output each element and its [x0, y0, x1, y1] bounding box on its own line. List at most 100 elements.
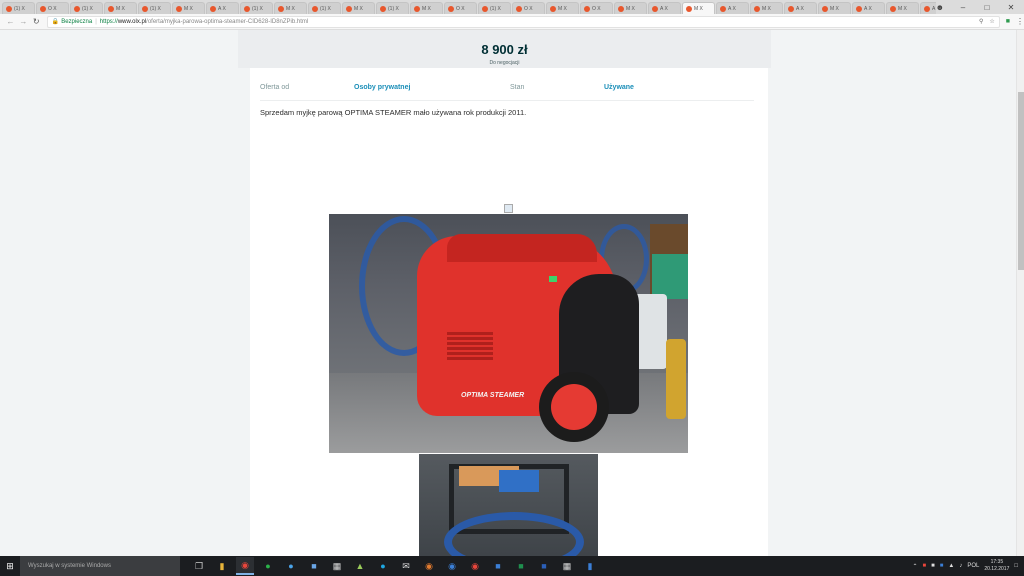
notifications-icon[interactable]: □: [1014, 563, 1018, 569]
price-box: 8 900 zł Do negocjacji: [238, 30, 771, 68]
spotify-icon[interactable]: ●: [259, 557, 277, 575]
tab-favicon-icon: [346, 5, 352, 12]
tray-app-icon[interactable]: ■: [931, 563, 935, 569]
firefox-icon[interactable]: ◉: [420, 557, 438, 575]
excel-icon[interactable]: ■: [512, 557, 530, 575]
browser-tab[interactable]: (1) X: [308, 2, 341, 14]
product-photo-second[interactable]: [419, 454, 598, 556]
tab-favicon-icon: [584, 5, 590, 12]
browser-tab[interactable]: A X: [852, 2, 885, 14]
close-window-button[interactable]: ✕: [1006, 3, 1016, 12]
forward-icon[interactable]: →: [17, 17, 30, 26]
zoom-icon[interactable]: ⚲: [979, 18, 983, 25]
address-bar[interactable]: 🔒 Bezpieczna | https:// www.olx.pl /ofer…: [46, 15, 1000, 28]
tab-favicon-icon: [6, 5, 12, 12]
browser-tab[interactable]: M X: [682, 2, 715, 14]
save-icon[interactable]: ■: [305, 557, 323, 575]
tray-app-icon[interactable]: ■: [940, 563, 944, 569]
skype-icon[interactable]: ●: [374, 557, 392, 575]
tab-favicon-icon: [550, 5, 556, 12]
tray-app-icon[interactable]: ■: [923, 563, 927, 569]
tray-up-arrow-icon[interactable]: ⌃: [912, 563, 917, 570]
app-icon[interactable]: ■: [489, 557, 507, 575]
browser-tab[interactable]: (1) X: [478, 2, 511, 14]
browser-tab[interactable]: O X: [36, 2, 69, 14]
tab-title: M X: [694, 5, 703, 12]
browser-tab[interactable]: A X: [206, 2, 239, 14]
browser-tab[interactable]: (1) X: [376, 2, 409, 14]
browser-tab[interactable]: M X: [342, 2, 375, 14]
tab-favicon-icon: [482, 5, 488, 12]
language-indicator[interactable]: POL: [967, 563, 979, 569]
maximize-button[interactable]: □: [982, 3, 992, 12]
page-scrollbar[interactable]: [1016, 30, 1024, 556]
browser-tab[interactable]: A X: [648, 2, 681, 14]
browser-tab[interactable]: M X: [410, 2, 443, 14]
tab-title: (1) X: [82, 5, 93, 12]
word-icon[interactable]: ■: [535, 557, 553, 575]
profile-icon[interactable]: ☻: [936, 3, 944, 12]
omnibox-actions: ⚲ ☆: [979, 18, 999, 25]
browser-tab[interactable]: (1) X: [2, 2, 35, 14]
edge-icon[interactable]: ◉: [443, 557, 461, 575]
browser-tab[interactable]: O X: [512, 2, 545, 14]
tab-favicon-icon: [686, 5, 692, 12]
browser-tab[interactable]: O X: [444, 2, 477, 14]
product-photo-main[interactable]: OPTIMA STEAMER: [329, 214, 688, 453]
browser-tab[interactable]: M X: [614, 2, 647, 14]
file-explorer-icon[interactable]: ▮: [213, 557, 231, 575]
url-separator: |: [95, 18, 97, 25]
mail-icon[interactable]: ✉: [397, 557, 415, 575]
browser-tab[interactable]: O X: [580, 2, 613, 14]
tab-favicon-icon: [142, 5, 148, 12]
back-icon[interactable]: ←: [4, 17, 17, 26]
volume-icon[interactable]: ♪: [959, 563, 962, 569]
tab-title: M X: [762, 5, 771, 12]
browser-tab[interactable]: M X: [886, 2, 919, 14]
task-view-icon[interactable]: ❐: [190, 557, 208, 575]
document-icon[interactable]: ▮: [581, 557, 599, 575]
calculator-icon[interactable]: ▦: [328, 557, 346, 575]
photos-icon[interactable]: ▲: [351, 557, 369, 575]
url-scheme: https://: [99, 18, 118, 25]
network-icon[interactable]: ▲: [948, 563, 954, 569]
browser-tab[interactable]: M X: [104, 2, 137, 14]
condition-value[interactable]: Używane: [604, 84, 634, 91]
windows-start-icon[interactable]: ⊞: [0, 556, 20, 576]
minimize-button[interactable]: –: [958, 3, 968, 12]
browser-tab[interactable]: M X: [172, 2, 205, 14]
tab-favicon-icon: [40, 5, 46, 12]
tab-favicon-icon: [380, 5, 386, 12]
taskbar-search[interactable]: Wyszukaj w systemie Windows: [20, 556, 180, 576]
extension-icon[interactable]: ■: [1006, 18, 1010, 25]
negotiable-label: Do negocjacji: [489, 60, 520, 66]
browser-tab[interactable]: M X: [750, 2, 783, 14]
browser-tab[interactable]: (1) X: [70, 2, 103, 14]
chrome-icon[interactable]: ◉: [236, 557, 254, 575]
tab-favicon-icon: [312, 5, 318, 12]
browser-tab[interactable]: M X: [546, 2, 579, 14]
browser-tab[interactable]: M X: [818, 2, 851, 14]
reload-icon[interactable]: ↻: [30, 17, 43, 26]
offer-from-value[interactable]: Osoby prywatnej: [354, 84, 410, 91]
scrollbar-thumb[interactable]: [1018, 92, 1024, 270]
secure-label: Bezpieczna: [61, 18, 93, 25]
browser-tab[interactable]: (1) X: [138, 2, 171, 14]
taskbar-clock[interactable]: 17:35 20.12.2017: [984, 559, 1009, 573]
app-icon[interactable]: ●: [282, 557, 300, 575]
tab-title: M X: [354, 5, 363, 12]
steamer-logo: OPTIMA STEAMER: [461, 392, 525, 399]
browser-tab[interactable]: (1) X: [240, 2, 273, 14]
browser-tab[interactable]: A X: [784, 2, 817, 14]
image-viewer-icon[interactable]: ▦: [558, 557, 576, 575]
description-text: Sprzedam myjkę parową OPTIMA STEAMER mał…: [260, 108, 527, 117]
app-icon[interactable]: ◉: [466, 557, 484, 575]
bookmark-star-icon[interactable]: ☆: [989, 18, 994, 25]
windows-taskbar: ⊞ Wyszukaj w systemie Windows ❐ ▮ ◉ ● ● …: [0, 556, 1024, 576]
tab-title: (1) X: [14, 5, 25, 12]
browser-menu-icon[interactable]: ⋮: [1016, 17, 1024, 26]
tab-favicon-icon: [754, 5, 760, 12]
tab-favicon-icon: [890, 5, 896, 12]
browser-tab[interactable]: M X: [274, 2, 307, 14]
browser-tab[interactable]: A X: [716, 2, 749, 14]
